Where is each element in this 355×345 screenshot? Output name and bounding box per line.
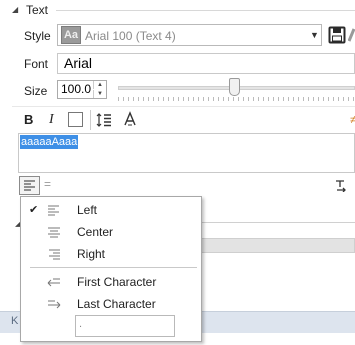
align-last-character-icon — [48, 300, 61, 309]
footer-label: K — [11, 315, 19, 327]
menu-item-label: Left — [77, 203, 98, 217]
section-collapse-toggle[interactable]: ◢ — [12, 5, 22, 15]
character-input[interactable] — [75, 315, 175, 337]
save-style-button[interactable] — [328, 26, 346, 44]
section-title: Text — [26, 3, 49, 17]
bold-button[interactable]: B — [24, 112, 33, 127]
align-center-icon — [48, 227, 60, 238]
font-field[interactable] — [57, 53, 355, 74]
menu-item-label: Center — [77, 225, 114, 239]
text-color-swatch[interactable] — [68, 112, 83, 127]
font-value: Arial — [64, 55, 93, 71]
toolbar-separator — [90, 110, 91, 130]
size-label: Size — [24, 84, 48, 98]
text-style-icon[interactable] — [122, 111, 138, 127]
align-first-character-icon — [47, 278, 60, 287]
menu-item-label: First Character — [77, 275, 157, 289]
selected-text: aaaaaAaaa — [20, 135, 79, 149]
pencil-icon — [348, 28, 355, 42]
size-value: 100.0 — [61, 82, 92, 96]
floppy-disk-icon — [328, 26, 346, 44]
size-increment-button[interactable]: ▲ — [93, 81, 106, 89]
line-spacing-icon[interactable] — [96, 112, 112, 128]
style-preview-icon: Aa — [61, 26, 81, 44]
background-bar[interactable] — [201, 238, 355, 253]
style-value: Arial 100 (Text 4) — [85, 29, 176, 43]
background-divider — [201, 222, 355, 234]
menu-item-label: Right — [77, 247, 106, 261]
menu-separator — [30, 267, 197, 268]
align-right-icon — [49, 249, 60, 260]
menu-item-right[interactable]: Right — [21, 243, 201, 265]
size-slider-thumb[interactable] — [228, 78, 240, 96]
size-slider-ticks — [118, 97, 355, 101]
kerning-icon[interactable] — [334, 178, 348, 193]
justify-icon[interactable]: = — [44, 178, 56, 190]
menu-item-left[interactable]: ✔ Left — [21, 199, 201, 221]
toolbar-overflow-icon[interactable]: ≠ — [350, 114, 355, 124]
menu-item-label: Last Character — [77, 297, 156, 311]
italic-button[interactable]: I — [49, 112, 54, 128]
chevron-down-icon[interactable]: ▼ — [310, 30, 319, 40]
align-left-icon — [24, 180, 35, 191]
checkmark-icon: ✔ — [29, 204, 39, 216]
size-decrement-button[interactable]: ▼ — [93, 90, 106, 98]
toolbar-divider — [12, 106, 355, 107]
menu-item-center[interactable]: Center — [21, 221, 201, 243]
menu-item-first-character[interactable]: First Character — [21, 271, 201, 293]
alignment-dropdown-button[interactable] — [19, 176, 40, 195]
style-label: Style — [24, 29, 51, 43]
edit-style-button[interactable] — [348, 26, 355, 44]
font-label: Font — [24, 57, 49, 71]
align-left-icon — [48, 205, 59, 216]
character-input-value: . — [79, 318, 83, 330]
section-divider — [56, 10, 355, 11]
menu-item-last-character[interactable]: Last Character — [21, 293, 201, 315]
